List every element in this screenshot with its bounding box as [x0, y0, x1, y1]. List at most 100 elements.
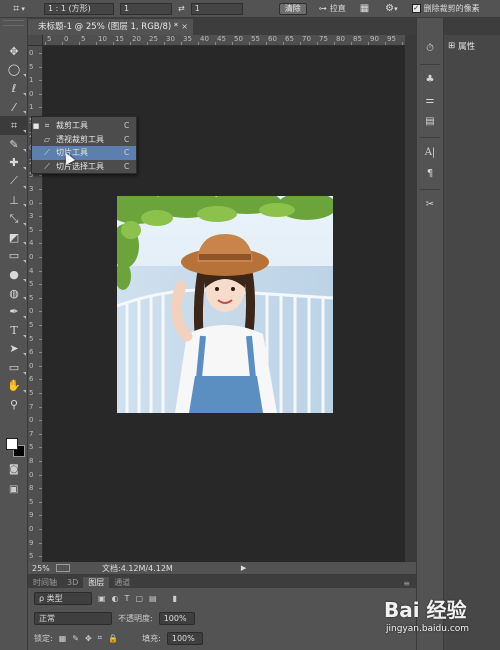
clear-button[interactable]: 清除: [278, 2, 307, 15]
height-input[interactable]: 1: [190, 2, 243, 15]
ruler-tick: [39, 243, 42, 245]
panel-tabs: 时间轴 3D 图层 通道 ≡: [28, 575, 416, 588]
screen-mode-icon[interactable]: ▣: [9, 484, 18, 495]
tab-3d[interactable]: 3D: [62, 577, 83, 588]
ruler-label: 1: [29, 76, 34, 85]
layer-kind-filter[interactable]: ρ 类型: [34, 591, 92, 605]
flyout-item-perspective-crop[interactable]: ▱ 透视裁剪工具 C: [32, 133, 136, 147]
quick-mask-icon[interactable]: ◙: [9, 464, 19, 475]
history-brush-icon: ⤡: [9, 211, 19, 225]
gear-icon[interactable]: ⚙: [385, 3, 394, 14]
styles-icon[interactable]: ▤: [417, 111, 443, 132]
foreground-color[interactable]: [6, 438, 18, 450]
ruler-tick: [39, 365, 42, 367]
history-brush-tool[interactable]: ⤡: [0, 209, 28, 228]
eyedropper-tool[interactable]: ✎: [0, 135, 28, 154]
type-filter-icon[interactable]: T: [125, 594, 130, 603]
overlay-grid-icon[interactable]: ▦: [360, 3, 369, 14]
ruler-tick: [39, 257, 42, 258]
brush-tool[interactable]: ⟋: [0, 172, 28, 191]
tool-preset-picker[interactable]: ⌗ ▾: [0, 0, 38, 18]
shape-filter-icon[interactable]: ▢: [135, 594, 143, 603]
gradient-tool[interactable]: ▭: [0, 247, 28, 266]
blur-tool[interactable]: ●: [0, 265, 28, 284]
rectangle-tool[interactable]: ▭: [0, 358, 28, 377]
eraser-tool[interactable]: ◩: [0, 228, 28, 247]
ruler-tick: [39, 556, 42, 558]
width-input[interactable]: 1: [120, 2, 172, 15]
blend-mode-select[interactable]: 正常: [34, 611, 112, 625]
history-icon[interactable]: ⏱: [417, 38, 443, 59]
flyout-item-slice-select[interactable]: ⟋ 切片选择工具 C: [32, 160, 136, 174]
paragraph-icon[interactable]: ¶: [417, 163, 443, 184]
fill-input[interactable]: 100%: [166, 631, 203, 645]
move-tool[interactable]: ✥: [0, 42, 28, 61]
ruler-tick: [39, 311, 42, 313]
hand-tool[interactable]: ✋: [0, 377, 28, 396]
ruler-tick: [283, 42, 284, 45]
type-tool[interactable]: T: [0, 321, 28, 340]
filter-toggle-icon[interactable]: ▮: [173, 594, 177, 603]
document-tab[interactable]: 未标题-1 @ 25% (图层 1, RGB/8) * ×: [28, 19, 193, 35]
straighten-icon[interactable]: ⊶: [319, 4, 327, 13]
ruler-tick: [39, 461, 42, 462]
properties-button[interactable]: ⊞ 属性: [448, 40, 475, 52]
lasso-tool[interactable]: ℓ: [0, 79, 28, 98]
panel-grip[interactable]: [3, 20, 24, 26]
tab-timeline[interactable]: 时间轴: [28, 577, 62, 588]
healing-tool[interactable]: ✚: [0, 154, 28, 173]
status-menu-arrow-icon[interactable]: ▶: [241, 564, 246, 572]
adjustment-filter-icon[interactable]: ◐: [112, 594, 119, 603]
crop-tool[interactable]: ⌗: [0, 116, 28, 135]
path-select-tool[interactable]: ➤: [0, 340, 28, 359]
lock-pixels-icon[interactable]: ✎: [72, 634, 79, 643]
close-icon[interactable]: ×: [181, 19, 188, 35]
straighten-button[interactable]: 拉直: [330, 3, 346, 14]
flyout-item-slice[interactable]: ⟋ 切片工具 C: [32, 146, 136, 160]
ruler-corner[interactable]: [28, 35, 43, 46]
ruler-label: 6: [29, 375, 34, 384]
tab-channels[interactable]: 通道: [109, 577, 135, 588]
brush-presets-icon[interactable]: ♣: [417, 69, 443, 90]
ratio-select[interactable]: 1 : 1 (方形): [44, 2, 114, 15]
zoom-icon: ⚲: [9, 398, 19, 412]
ruler-tick: [39, 474, 42, 476]
smart-object-filter-icon[interactable]: ▤: [149, 594, 157, 603]
selected-bullet-icon: ■: [32, 121, 40, 130]
lock-transparent-icon[interactable]: ▦: [59, 634, 67, 643]
ruler-tick: [39, 189, 42, 190]
horizontal-ruler[interactable]: 5051015202530354045505560657075808590951…: [43, 35, 405, 46]
ruler-label: 5: [29, 293, 34, 302]
zoom-tool[interactable]: ⚲: [0, 395, 28, 414]
chevron-down-icon: ▾: [21, 4, 25, 13]
delete-cropped-checkbox[interactable]: ✓: [411, 4, 421, 13]
panel-menu-icon[interactable]: ≡: [403, 579, 416, 588]
dodge-tool[interactable]: ◍: [0, 284, 28, 303]
adjustments-icon[interactable]: ⚌: [417, 90, 443, 111]
swap-icon[interactable]: ⇄: [178, 4, 185, 13]
share-icon[interactable]: [56, 564, 70, 572]
pixel-filter-icon[interactable]: ▣: [98, 594, 106, 603]
quick-select-tool[interactable]: ⁄: [0, 98, 28, 117]
marquee-tool[interactable]: ◯: [0, 61, 28, 80]
document-image[interactable]: [117, 196, 333, 413]
vertical-scrollbar[interactable]: [405, 35, 416, 562]
ruler-tick: [215, 42, 216, 45]
ruler-label: 40: [200, 35, 209, 43]
stamp-tool[interactable]: ⊥: [0, 191, 28, 210]
lock-position-icon[interactable]: ✥: [85, 634, 92, 643]
ruler-label: 8: [29, 457, 34, 465]
lock-artboard-icon[interactable]: ⌗: [98, 633, 103, 643]
ruler-label: 5: [29, 443, 34, 452]
ruler-tick: [39, 325, 42, 326]
ruler-label: 15: [115, 35, 124, 43]
tab-layers[interactable]: 图层: [83, 577, 110, 588]
crop-icon: ⌗: [10, 118, 18, 132]
pen-tool[interactable]: ✒: [0, 302, 28, 321]
lock-all-icon[interactable]: 🔒: [108, 634, 118, 643]
character-icon[interactable]: A|: [417, 142, 443, 163]
zoom-level[interactable]: 25%: [28, 564, 52, 573]
opacity-input[interactable]: 100%: [158, 611, 195, 625]
tool-presets-icon[interactable]: ✂: [417, 194, 443, 215]
flyout-item-crop[interactable]: ■ ⌗ 裁剪工具 C: [32, 119, 136, 133]
